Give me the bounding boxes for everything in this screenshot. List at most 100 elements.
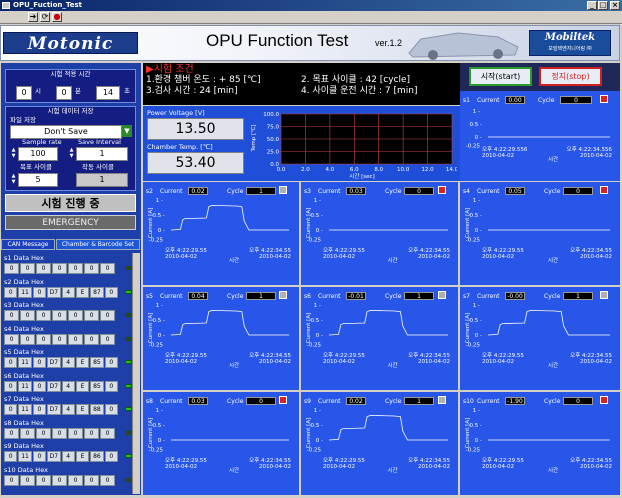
end-date-label: 2010-04-02 — [418, 254, 450, 260]
channel-data-label: s3 Data Hex — [4, 301, 44, 309]
sensor-panel-s4: s4 Current 0.05 Cycle 0 Current [A] 1 -0.5 -0 … — [460, 182, 620, 285]
y-tick-1: 1 - — [473, 408, 480, 414]
end-time-label: 오후 4:22:34.55 — [249, 457, 291, 464]
hex-cell: D7 — [47, 286, 61, 298]
current-chart: Current [A]1 -0.5 -0 --0.25오후 4:22:29.55… — [465, 303, 612, 369]
y-tick-0: 0 - — [316, 438, 323, 444]
conditions-heading: 시험 조건 — [153, 64, 194, 75]
save-interval-field[interactable]: 1 — [76, 147, 128, 161]
version-label: ver.1.2 — [375, 38, 403, 48]
hex-cell: 11 — [18, 286, 32, 298]
end-date-label: 2010-04-02 — [580, 254, 612, 260]
target-cycle-stepper[interactable]: ▲ ▼ — [10, 173, 17, 185]
sensor-panel-s2: s2 Current 0.02 Cycle 1 Current [A] 1 -0.5 -0 … — [143, 182, 299, 285]
condition-cycle-run-time: 4. 사이클 운전 시간 : 7 [min] — [301, 86, 418, 96]
sensor-id-label: s2 — [146, 188, 153, 195]
cycle-value: 0 — [563, 397, 593, 405]
hex-cell: 0 — [84, 263, 99, 274]
hex-cell: 0 — [100, 263, 115, 274]
sensor-panel-s3: s3 Current 0.03 Cycle 0 Current [A] 1 -0.5 -0 … — [301, 182, 458, 285]
channel-data-label: s8 Data Hex — [4, 418, 44, 427]
channel-data-label: s10 Data Hex — [4, 465, 48, 474]
data-save-group: 시험 데이터 저장 파일 저장 Don't Save ▼ Sample rate… — [5, 106, 136, 191]
start-time-label: 오후 4:22:29.55 — [165, 352, 207, 359]
y-tick-half: 0.5 - — [470, 213, 482, 219]
status-indicator-icon — [600, 95, 608, 103]
y-tick-0: 0 - — [316, 228, 323, 234]
run-continuously-icon[interactable]: ⟳ — [40, 12, 50, 22]
y-tick-min: -0.25 — [466, 448, 481, 454]
hex-cell: 0 — [104, 451, 118, 462]
status-indicator-icon — [279, 186, 287, 194]
current-chart: 1 -0.5 -0 --0.25오후 4:22:29.5562010-04-02… — [466, 109, 613, 163]
channel-data-label: s4 Data Hex — [4, 324, 44, 333]
cycle-label: Cycle — [544, 188, 561, 195]
sensor-panel-s7: s7 Current -0.00 Cycle 1 Current [A] 1 -0.5 -0… — [460, 287, 620, 390]
sample-rate-field[interactable]: 100 — [18, 147, 58, 161]
sample-rate-stepper[interactable]: ▲ ▼ — [10, 147, 17, 159]
status-indicator-icon — [279, 396, 287, 404]
tab-chamber-barcode[interactable]: Chamber & Barcode Set — [56, 239, 140, 250]
start-date-label: 2010-04-02 — [165, 464, 197, 470]
list-scrollbar[interactable] — [132, 253, 140, 494]
dropdown-arrow-icon[interactable]: ▼ — [122, 125, 132, 137]
hex-cell: 0 — [100, 474, 115, 486]
hex-cell: 4 — [61, 380, 75, 392]
save-interval-stepper[interactable]: ▲ ▼ — [68, 147, 75, 159]
channel-status-led — [125, 289, 132, 294]
file-save-select[interactable]: Don't Save — [10, 125, 122, 139]
abort-icon[interactable]: ● — [52, 12, 62, 22]
tab-can-message[interactable]: CAN Message — [1, 239, 55, 250]
hex-cell: 0 — [100, 310, 115, 321]
current-label: Current — [477, 97, 500, 104]
status-indicator-icon — [279, 291, 287, 299]
cycle-value: 1 — [246, 187, 276, 195]
app-icon — [2, 2, 10, 9]
hex-cell: 0 — [20, 474, 35, 486]
hex-cell: 0 — [32, 380, 47, 392]
current-value: -0.00 — [505, 292, 525, 300]
hex-cell: 0 — [20, 427, 35, 439]
hex-cell: 88 — [90, 404, 104, 415]
target-cycle-field[interactable]: 5 — [18, 173, 58, 187]
current-chart: Current [A]1 -0.5 -0 --0.25오후 4:22:29.55… — [148, 303, 291, 369]
hour-field[interactable]: 0 — [16, 86, 32, 100]
close-button[interactable]: × — [610, 1, 620, 10]
stop-button[interactable]: 정지(stop) — [539, 67, 602, 86]
channel-hex-row: 0000000 — [4, 474, 118, 486]
run-cycle-label: 작동 사이클 — [82, 163, 114, 171]
run-arrow-icon[interactable]: ➔ — [28, 12, 38, 22]
hex-cell: 0 — [84, 427, 99, 439]
end-date-label: 2010-04-02 — [259, 359, 291, 365]
channel-hex-row: 0000000 — [4, 427, 118, 439]
channel-status-led — [125, 477, 132, 482]
data-save-label: 시험 데이터 저장 — [47, 107, 94, 115]
minute-field[interactable]: 0 — [56, 86, 72, 100]
start-button[interactable]: 시작(start) — [469, 67, 532, 86]
current-value: 0.02 — [346, 397, 366, 405]
y-tick-half: 0.5 - — [311, 318, 323, 324]
hex-cell: E — [75, 451, 90, 462]
hex-cell: 0 — [4, 404, 18, 415]
current-chart: Current [A]1 -0.5 -0 --0.25오후 4:22:29.55… — [465, 198, 612, 264]
hex-cell: 0 — [84, 333, 99, 345]
second-field[interactable]: 14 — [96, 86, 120, 100]
mobiltek-logo: Mobiltek 모빌텍엔지니어링 ㈜ — [529, 30, 611, 56]
maximize-button[interactable]: □ — [598, 1, 608, 10]
channel-hex-row: 0 11 0 D7 4 E 85 0 — [4, 357, 118, 368]
hex-cell: 0 — [100, 333, 115, 345]
hex-cell: 0 — [52, 310, 67, 321]
channel-data-label: s5 Data Hex — [4, 348, 44, 356]
y-tick-min: -0.25 — [149, 448, 164, 454]
end-date-label: 2010-04-02 — [259, 464, 291, 470]
hex-cell: 4 — [61, 357, 75, 368]
emergency-button[interactable]: EMERGENCY — [5, 215, 136, 230]
end-date-label: 2010-04-02 — [259, 254, 291, 260]
cycle-value: 0 — [246, 397, 276, 405]
current-value: -0.01 — [346, 292, 366, 300]
channel-hex-row: 0 11 0 D7 4 E 87 0 — [4, 286, 118, 298]
current-value: 0.05 — [505, 187, 525, 195]
y-tick-half: 0.5 - — [153, 423, 165, 429]
minimize-button[interactable]: _ — [587, 1, 597, 10]
cycle-value: 0 — [560, 96, 592, 104]
